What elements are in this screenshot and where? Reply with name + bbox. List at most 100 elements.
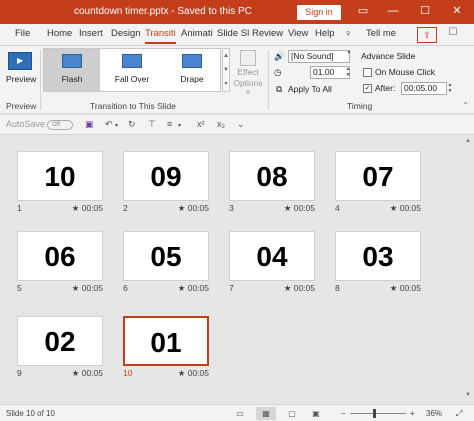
transition-flash[interactable]: Flash xyxy=(44,49,100,91)
gallery-scroll[interactable]: ▲ ▼ ▾ xyxy=(222,48,230,92)
preview-button[interactable]: Preview xyxy=(6,52,36,84)
transition-star-icon: ★ xyxy=(283,203,294,213)
normal-view-icon[interactable]: ▭ xyxy=(230,407,250,420)
slide-index: 5 xyxy=(17,283,22,293)
fit-to-window-icon[interactable]: ⤢ xyxy=(456,409,462,419)
tab-review[interactable]: Review xyxy=(252,28,283,39)
tab-insert[interactable]: Insert xyxy=(79,28,103,39)
comment-icon[interactable]: ☐ xyxy=(443,27,463,43)
reading-view-icon[interactable]: ▢ xyxy=(282,407,302,420)
scroll-down-icon[interactable]: ▼ xyxy=(462,392,474,402)
slide-index: 1 xyxy=(17,203,22,213)
undo-dropdown-icon[interactable]: ▾ xyxy=(115,122,118,129)
slide-thumbnail[interactable]: 09 xyxy=(123,151,209,201)
duration-spinner[interactable]: ▲ ▼ xyxy=(344,66,352,79)
slide-thumbnail[interactable]: 03 xyxy=(335,231,421,281)
on-mouse-click-checkbox[interactable] xyxy=(363,68,372,77)
slide-number-text: 04 xyxy=(256,241,288,272)
slide-footer: 2 ★ 00:05 xyxy=(123,203,209,213)
zoom-slider[interactable] xyxy=(350,413,406,414)
undo-icon[interactable]: ↶ xyxy=(105,119,113,130)
slide-index: 10 xyxy=(123,368,133,378)
after-time-field[interactable]: 00:05.00 xyxy=(401,82,447,95)
flash-thumbnail-icon xyxy=(62,54,82,68)
maximize-icon[interactable]: ☐ xyxy=(414,0,436,24)
slide-duration-value: 00:05 xyxy=(293,203,315,213)
preview-group-label: Preview xyxy=(6,101,37,111)
slide-thumbnail[interactable]: 08 xyxy=(229,151,315,201)
effect-options-icon xyxy=(240,50,256,66)
slide-sorter-view-icon[interactable]: ▦ xyxy=(256,407,276,420)
chevron-down-icon[interactable]: ▼ xyxy=(345,50,353,63)
slide-duration-value: 00:05 xyxy=(187,203,209,213)
ribbon: Preview Preview Flash Fall Over Drape ▲▼… xyxy=(0,46,474,114)
slide-thumbnail[interactable]: 10 xyxy=(17,151,103,201)
after-spinner[interactable]: ▲ ▼ xyxy=(446,82,454,95)
customize-toolbar-icon[interactable]: ⌄ xyxy=(237,119,245,130)
transition-star-icon: ★ xyxy=(71,368,82,378)
slide-footer: 3 ★ 00:05 xyxy=(229,203,315,213)
transition-star-icon: ★ xyxy=(389,283,400,293)
zoom-in-button[interactable]: + xyxy=(410,409,415,418)
slide-index: 2 xyxy=(123,203,128,213)
vertical-scrollbar[interactable]: ▲ ▼ xyxy=(462,136,474,404)
autosave-toggle[interactable]: Off xyxy=(47,120,73,130)
close-icon[interactable]: ✕ xyxy=(446,0,468,24)
zoom-level[interactable]: 36% xyxy=(426,409,442,418)
presenter-icon[interactable]: ⊤ xyxy=(148,119,156,130)
share-icon[interactable]: ⇪ xyxy=(417,27,437,43)
transition-drape[interactable]: Drape xyxy=(164,49,220,91)
save-icon[interactable]: ▣ xyxy=(85,119,94,130)
tab-help[interactable]: Help xyxy=(315,28,335,39)
redo-icon[interactable]: ↻ xyxy=(128,119,136,130)
apply-to-all-button[interactable]: Apply To All xyxy=(288,84,332,94)
tab-design[interactable]: Design xyxy=(111,28,141,39)
sound-select[interactable]: [No Sound] xyxy=(288,50,350,63)
autosave-label: AutoSave xyxy=(6,119,46,129)
effect-options-button[interactable]: Effect Options ˅ xyxy=(232,50,264,97)
superscript-button[interactable]: x² xyxy=(197,119,205,129)
sign-in-button[interactable]: Sign in xyxy=(297,5,341,20)
slide-thumbnail[interactable]: 06 xyxy=(17,231,103,281)
slideshow-view-icon[interactable]: ▣ xyxy=(306,407,326,420)
slide-thumbnail[interactable]: 01 xyxy=(123,316,209,366)
quick-access-toolbar: AutoSave Off ▣ ↶ ▾ ↻ ⊤ ≡ ▾ x² x₂ ⌄ xyxy=(0,115,474,135)
zoom-slider-thumb[interactable] xyxy=(373,409,376,418)
slide-thumbnail[interactable]: 07 xyxy=(335,151,421,201)
slide-footer: 1 ★ 00:05 xyxy=(17,203,103,213)
align-icon[interactable]: ≡ xyxy=(167,119,172,129)
tab-transitions[interactable]: Transiti xyxy=(145,28,176,44)
slide-number-text: 07 xyxy=(362,161,394,192)
restore-icon[interactable]: ▭ xyxy=(352,0,374,24)
minimize-icon[interactable]: — xyxy=(382,0,404,24)
slide-number-text: 06 xyxy=(44,241,76,272)
tab-view[interactable]: View xyxy=(288,28,308,39)
effect-options-label-2: Options ˅ xyxy=(233,78,263,97)
after-checkbox[interactable]: ✓ xyxy=(363,84,372,93)
slide-number-text: 02 xyxy=(44,326,76,357)
transition-fall-over[interactable]: Fall Over xyxy=(104,49,160,91)
slide-duration: ★ 00:05 xyxy=(284,283,315,294)
collapse-ribbon-icon[interactable]: ⌃ xyxy=(462,100,469,111)
slide-number-text: 03 xyxy=(362,241,394,272)
transition-star-icon: ★ xyxy=(177,368,188,378)
slide-duration: ★ 00:05 xyxy=(72,368,103,379)
transition-label: Flash xyxy=(61,74,83,84)
tell-me-search[interactable]: Tell me xyxy=(366,28,396,39)
slide-duration: ★ 00:05 xyxy=(72,203,103,214)
transition-star-icon: ★ xyxy=(177,283,188,293)
scroll-up-icon[interactable]: ▲ xyxy=(462,138,474,148)
slide-thumbnail[interactable]: 04 xyxy=(229,231,315,281)
tab-animations[interactable]: Animati xyxy=(181,28,213,39)
align-dropdown-icon[interactable]: ▾ xyxy=(178,122,181,129)
subscript-button[interactable]: x₂ xyxy=(217,119,225,129)
tab-file[interactable]: File xyxy=(15,28,30,39)
tab-home[interactable]: Home xyxy=(47,28,72,39)
slide-number-text: 10 xyxy=(44,161,76,192)
drape-thumbnail-icon xyxy=(182,54,202,68)
slide-thumbnail[interactable]: 02 xyxy=(17,316,103,366)
zoom-out-button[interactable]: − xyxy=(341,409,346,418)
tab-slide-show[interactable]: Slide Sl xyxy=(217,28,249,39)
slide-count: Slide 10 of 10 xyxy=(6,409,55,418)
slide-thumbnail[interactable]: 05 xyxy=(123,231,209,281)
